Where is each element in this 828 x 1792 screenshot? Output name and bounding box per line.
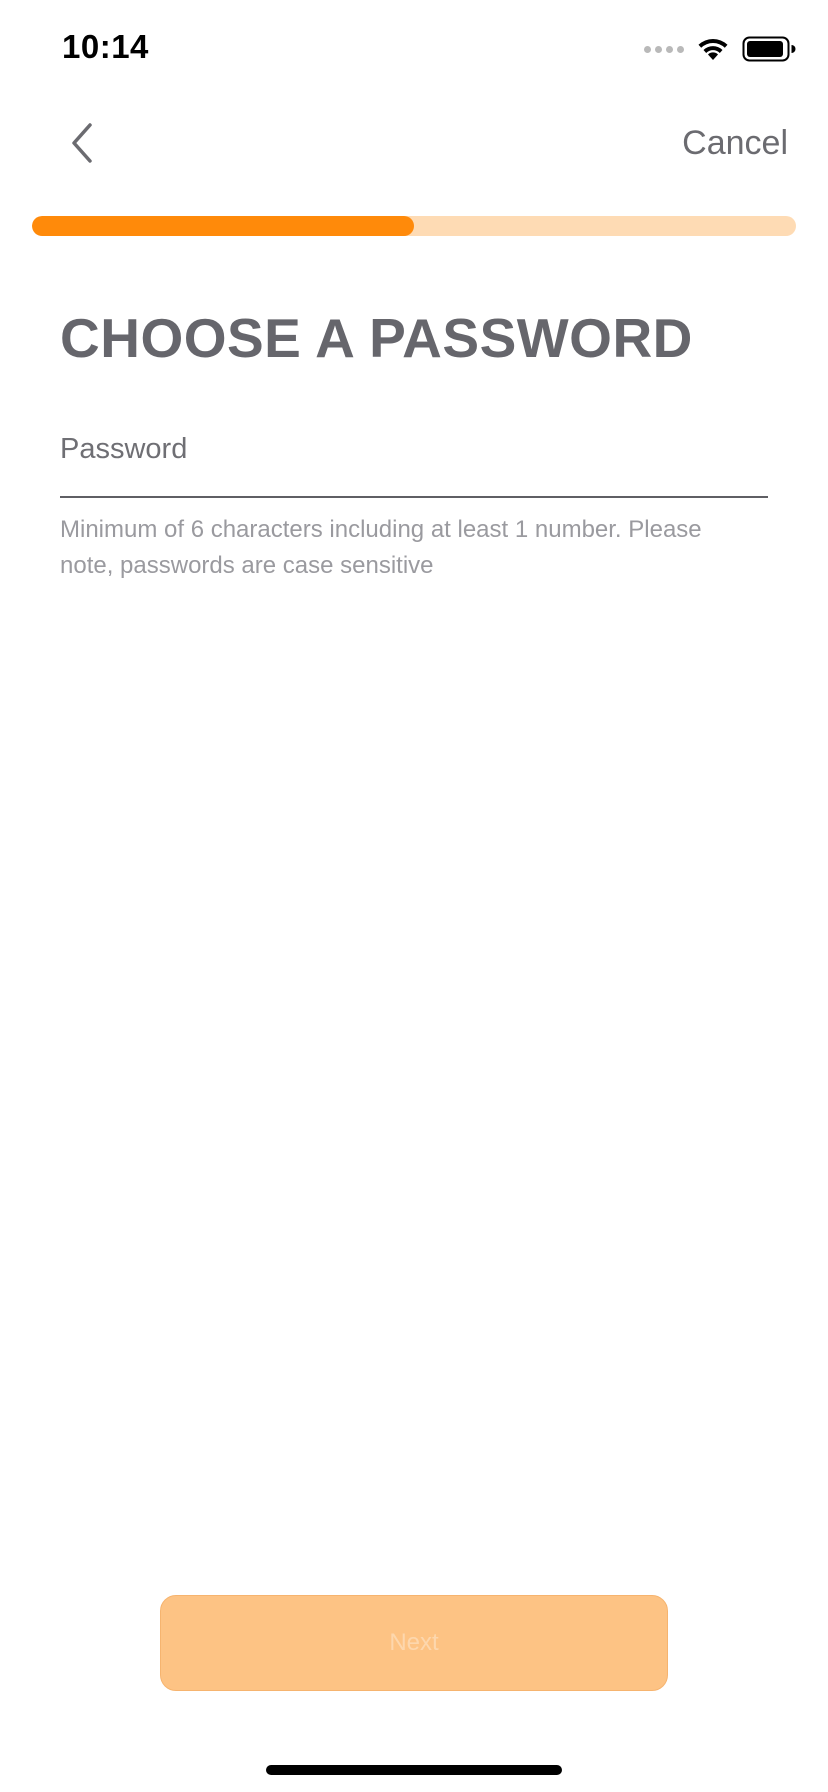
signal-dots-icon [644,45,684,53]
status-time: 10:14 [62,28,149,65]
password-input[interactable] [60,420,768,498]
next-button[interactable]: Next [160,1595,668,1691]
back-button[interactable] [58,118,108,168]
home-indicator [266,1765,562,1775]
page-title: CHOOSE A PASSWORD [60,307,693,369]
battery-icon [742,36,796,62]
progress-bar [32,216,796,236]
password-hint: Minimum of 6 characters including at lea… [60,516,702,579]
chevron-left-icon [72,123,92,163]
status-icons [644,36,796,62]
wifi-icon [698,38,728,60]
status-bar: 10:14 [0,0,828,100]
progress-fill [32,216,414,236]
cancel-button[interactable]: Cancel [682,124,788,163]
nav-bar: Cancel [0,100,828,190]
